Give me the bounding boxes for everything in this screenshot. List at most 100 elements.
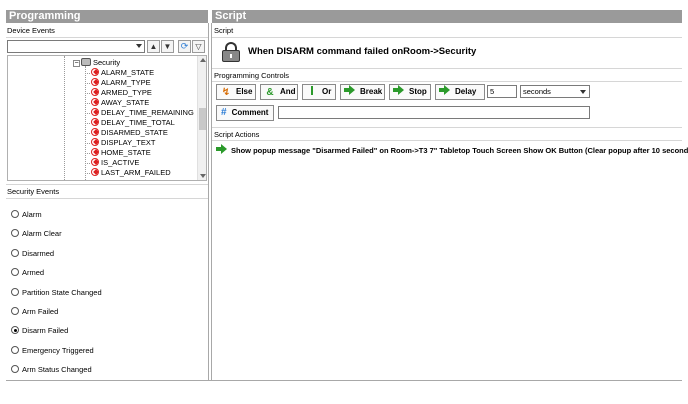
right-panel-border xyxy=(211,23,212,380)
move-down-button[interactable]: ▼ xyxy=(161,40,174,53)
else-button[interactable]: ↯ Else xyxy=(216,84,256,100)
event-icon xyxy=(91,98,99,106)
tree-connector xyxy=(85,132,90,134)
divider xyxy=(212,37,682,38)
divider xyxy=(212,140,682,141)
event-icon xyxy=(91,138,99,146)
tree-connector xyxy=(85,92,90,94)
tree-node-event[interactable]: LAST_ARM_FAILED xyxy=(85,168,171,178)
divider xyxy=(6,184,208,185)
break-label: Break xyxy=(360,87,383,96)
security-event-option[interactable]: Disarmed xyxy=(11,248,54,260)
security-event-option[interactable]: Emergency Triggered xyxy=(11,345,94,357)
chevron-down-icon xyxy=(136,44,142,48)
radio-button[interactable] xyxy=(11,345,19,354)
security-event-option[interactable]: Disarm Failed xyxy=(11,325,68,337)
device-events-combo[interactable] xyxy=(7,40,145,53)
security-event-label: Emergency Triggered xyxy=(22,345,94,355)
security-event-option[interactable]: Alarm xyxy=(11,209,42,221)
event-icon xyxy=(91,88,99,96)
scroll-up-icon[interactable] xyxy=(200,58,206,62)
tree-node-label: AWAY_STATE xyxy=(101,98,150,107)
security-event-option[interactable]: Armed xyxy=(11,267,44,279)
delay-unit-value: seconds xyxy=(523,87,551,96)
tree-node-event[interactable]: DISARMED_STATE xyxy=(85,128,168,138)
tree-connector xyxy=(85,112,90,114)
and-label: And xyxy=(280,87,296,96)
tree-node-event[interactable]: ARMED_TYPE xyxy=(85,88,152,98)
divider xyxy=(6,198,208,199)
green-arrow-icon xyxy=(439,85,451,95)
tree-node-label: ALARM_STATE xyxy=(101,68,155,77)
filter-button[interactable]: ▽ xyxy=(192,40,205,53)
security-lock-icon xyxy=(222,42,240,62)
tree-node-event[interactable]: DISPLAY_TEXT xyxy=(85,138,155,148)
security-event-option[interactable]: Alarm Clear xyxy=(11,228,62,240)
script-action-row[interactable]: Show popup message "Disarmed Failed" on … xyxy=(216,144,688,156)
radio-button[interactable] xyxy=(11,229,19,238)
radio-button[interactable] xyxy=(11,248,19,257)
tree-node-label: ALARM_TYPE xyxy=(101,78,151,87)
event-icon xyxy=(91,128,99,136)
device-events-tree[interactable]: − Security ALARM_STATE ALARM_TYPE ARMED_TYP… xyxy=(7,55,207,181)
delay-value-input[interactable]: 5 xyxy=(487,85,517,98)
security-event-option[interactable]: Partition State Changed xyxy=(11,287,102,299)
radio-button[interactable] xyxy=(11,268,19,277)
radio-button[interactable] xyxy=(11,307,19,315)
tree-node-label: DISARMED_STATE xyxy=(101,128,168,137)
tree-node-event[interactable]: IS_ACTIVE xyxy=(85,158,139,168)
delay-button[interactable]: Delay xyxy=(435,84,485,100)
comment-button[interactable]: # Comment xyxy=(216,105,274,121)
divider xyxy=(212,68,682,69)
security-event-option[interactable]: Arm Status Changed xyxy=(11,364,92,376)
tree-node-event[interactable]: DELAY_TIME_TOTAL xyxy=(85,118,175,128)
tree-scrollbar[interactable] xyxy=(197,56,206,180)
event-icon xyxy=(91,68,99,76)
divider xyxy=(212,127,682,128)
tree-node-event[interactable]: ALARM_STATE xyxy=(85,68,154,78)
collapse-icon[interactable]: − xyxy=(73,60,80,67)
radio-button[interactable] xyxy=(11,287,19,296)
or-button[interactable]: Or xyxy=(302,84,336,100)
green-arrow-icon xyxy=(344,85,356,95)
comment-input[interactable] xyxy=(278,106,590,119)
tree-connector xyxy=(85,72,90,74)
or-label: Or xyxy=(322,87,332,96)
security-events-label: Security Events xyxy=(7,187,60,196)
event-icon xyxy=(91,168,99,176)
tree-connector xyxy=(85,122,90,124)
tree-node-event[interactable]: DELAY_TIME_REMAINING xyxy=(85,108,194,118)
radio-button[interactable] xyxy=(11,326,19,335)
event-icon xyxy=(91,78,99,86)
radio-button[interactable] xyxy=(11,210,19,218)
else-label: Else xyxy=(236,87,253,96)
tree-node-label: HOME_STATE xyxy=(101,148,151,157)
tree-node-security[interactable]: − Security xyxy=(73,58,120,68)
refresh-button[interactable]: ⟳ xyxy=(178,40,191,53)
security-event-label: Alarm xyxy=(22,210,42,219)
tree-connector xyxy=(85,102,90,104)
tree-node-label: DISPLAY_TEXT xyxy=(101,138,156,147)
filter-icon: ▽ xyxy=(195,42,202,51)
break-button[interactable]: Break xyxy=(340,84,385,100)
radio-button[interactable] xyxy=(11,365,19,374)
tree-node-event[interactable]: AWAY_STATE xyxy=(85,98,149,108)
tree-node-event[interactable]: HOME_STATE xyxy=(85,148,151,158)
programming-header: Programming xyxy=(6,10,208,23)
scroll-down-icon[interactable] xyxy=(200,174,206,178)
and-button[interactable]: & And xyxy=(260,84,298,100)
tree-node-event[interactable]: ALARM_TYPE xyxy=(85,78,151,88)
stop-label: Stop xyxy=(409,87,427,96)
stop-button[interactable]: Stop xyxy=(389,84,431,100)
tree-node-label: DELAY_TIME_REMAINING xyxy=(101,108,194,117)
move-up-button[interactable]: ▲ xyxy=(147,40,160,53)
divider xyxy=(6,37,208,38)
programming-controls-label: Programming Controls xyxy=(214,71,290,80)
delay-label: Delay xyxy=(455,87,477,96)
scroll-thumb[interactable] xyxy=(199,108,206,130)
delay-unit-select[interactable]: seconds xyxy=(520,85,590,98)
security-event-label: Alarm Clear xyxy=(22,229,62,239)
tree-connector xyxy=(85,152,90,154)
security-event-option[interactable]: Arm Failed xyxy=(11,306,58,318)
bottom-border xyxy=(6,380,682,381)
